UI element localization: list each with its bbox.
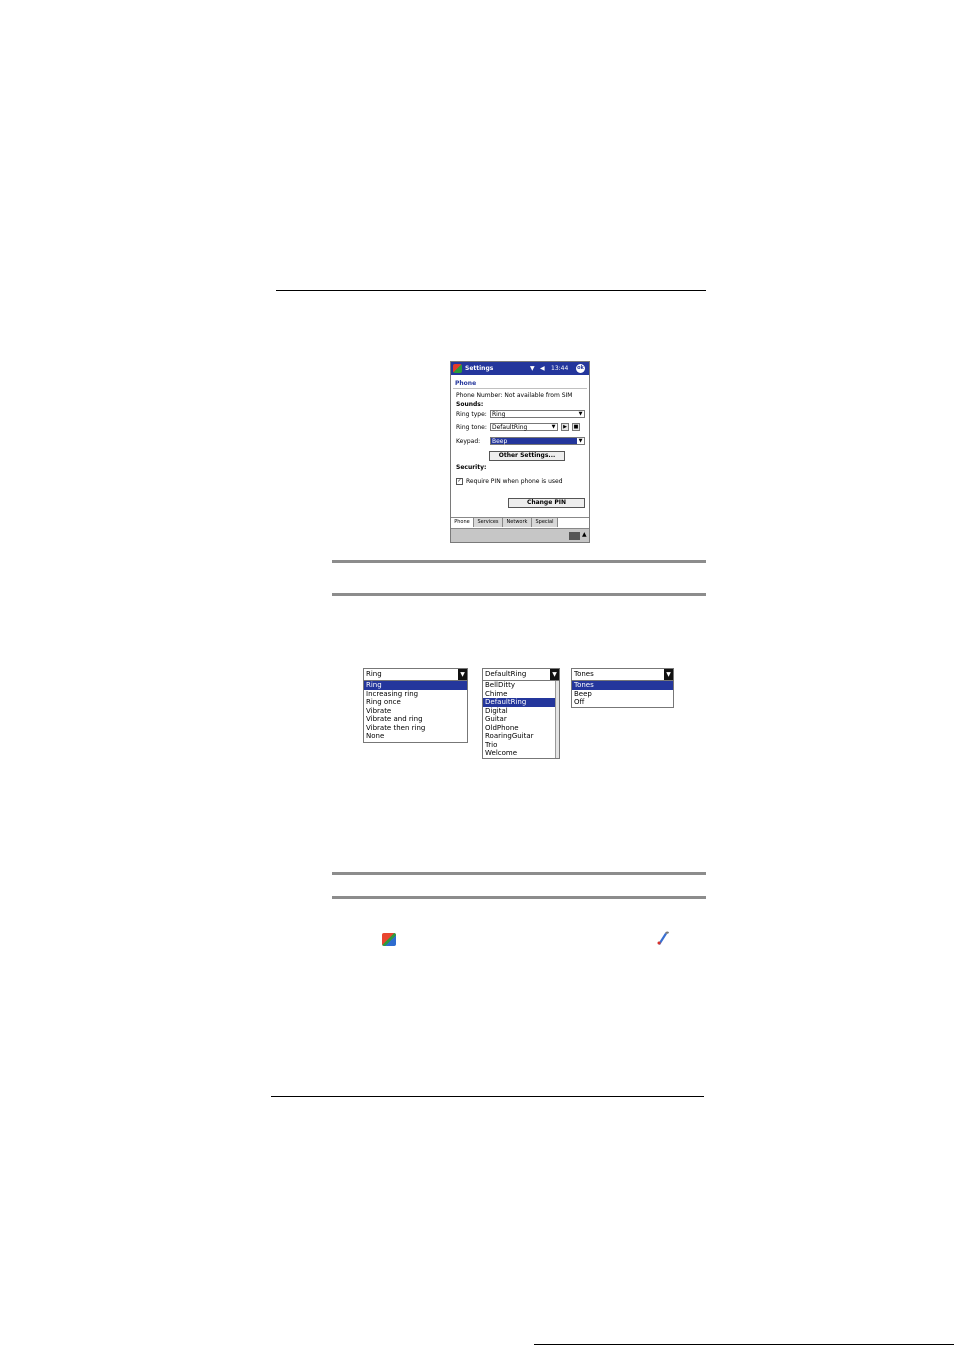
keypad-value: Beep bbox=[492, 438, 508, 445]
section-rule-1-bottom bbox=[332, 593, 706, 596]
chevron-down-icon: ▼ bbox=[551, 424, 556, 430]
ring-tone-list-field[interactable]: DefaultRing ▼ bbox=[483, 669, 559, 681]
keypad-dropdown[interactable]: Beep ▼ bbox=[490, 437, 585, 445]
list-item[interactable]: OldPhone bbox=[483, 724, 559, 733]
heading-divider bbox=[453, 388, 587, 389]
bottom-taskbar: ▲ bbox=[451, 528, 589, 542]
require-pin-label: Require PIN when phone is used bbox=[466, 478, 563, 485]
page-bottom-rule bbox=[534, 1344, 954, 1345]
window-title: Settings bbox=[465, 365, 494, 372]
chevron-down-icon[interactable]: ▼ bbox=[550, 669, 559, 680]
ok-button[interactable]: ok bbox=[576, 364, 585, 373]
title-bar: Settings ▼ ◀ 13:44 ok bbox=[451, 362, 589, 375]
list-item[interactable]: Vibrate bbox=[364, 707, 467, 716]
list-item[interactable]: Chime bbox=[483, 690, 559, 699]
list-item[interactable]: Digital bbox=[483, 707, 559, 716]
list-item[interactable]: DefaultRing bbox=[483, 698, 559, 707]
other-settings-button[interactable]: Other Settings... bbox=[489, 451, 565, 461]
section-rule-2-top bbox=[332, 872, 706, 875]
pda-phone-settings-screen: Settings ▼ ◀ 13:44 ok Phone Phone Number… bbox=[450, 361, 590, 543]
play-icon[interactable]: ▶ bbox=[561, 423, 569, 431]
phone-number-text: Phone Number: Not available from SIM bbox=[456, 392, 573, 399]
list-item[interactable]: Increasing ring bbox=[364, 690, 467, 699]
tab-strip: Phone Services Network Special bbox=[451, 517, 589, 528]
footer-rule bbox=[271, 1096, 704, 1097]
chevron-down-icon[interactable]: ▼ bbox=[664, 669, 673, 680]
section-rule-2-bottom bbox=[332, 896, 706, 899]
chevron-down-icon[interactable]: ▼ bbox=[458, 669, 467, 680]
keypad-list-selected: Tones bbox=[574, 670, 594, 678]
phone-settings-icon bbox=[657, 931, 669, 945]
tab-special[interactable]: Special bbox=[532, 518, 558, 527]
list-item[interactable]: Tones bbox=[572, 681, 673, 690]
ring-tone-label: Ring tone: bbox=[456, 424, 487, 431]
list-item[interactable]: RoaringGuitar bbox=[483, 732, 559, 741]
signal-icon[interactable]: ▼ bbox=[530, 365, 535, 372]
ring-tone-value: DefaultRing bbox=[492, 424, 528, 431]
list-item[interactable]: Guitar bbox=[483, 715, 559, 724]
section-rule-1-top bbox=[332, 560, 706, 563]
clock[interactable]: 13:44 bbox=[551, 365, 568, 372]
list-item[interactable]: BellDitty bbox=[483, 681, 559, 690]
keypad-list[interactable]: Tones ▼ Tones Beep Off bbox=[571, 668, 674, 708]
ring-tone-list-selected: DefaultRing bbox=[485, 670, 527, 678]
ring-type-list-field[interactable]: Ring ▼ bbox=[364, 669, 467, 681]
ring-type-dropdown[interactable]: Ring ▼ bbox=[490, 410, 585, 418]
list-item[interactable]: None bbox=[364, 732, 467, 741]
tab-services[interactable]: Services bbox=[474, 518, 503, 527]
list-item[interactable]: Beep bbox=[572, 690, 673, 699]
ring-type-label: Ring type: bbox=[456, 411, 487, 418]
ring-type-list[interactable]: Ring ▼ Ring Increasing ring Ring once Vi… bbox=[363, 668, 468, 743]
start-menu-icon[interactable] bbox=[453, 364, 462, 373]
list-item[interactable]: Vibrate and ring bbox=[364, 715, 467, 724]
input-menu-arrow-icon[interactable]: ▲ bbox=[582, 531, 587, 538]
require-pin-checkbox[interactable]: ✓ bbox=[456, 478, 463, 485]
list-item[interactable]: Ring once bbox=[364, 698, 467, 707]
keypad-label: Keypad: bbox=[456, 438, 481, 445]
ring-type-list-selected: Ring bbox=[366, 670, 382, 678]
list-item[interactable]: Trio bbox=[483, 741, 559, 750]
page-heading: Phone bbox=[455, 380, 477, 387]
tab-network[interactable]: Network bbox=[503, 518, 532, 527]
keyboard-icon[interactable] bbox=[569, 532, 580, 540]
sounds-label: Sounds: bbox=[456, 401, 484, 408]
ring-type-value: Ring bbox=[492, 411, 506, 418]
list-item[interactable]: Welcome bbox=[483, 749, 559, 758]
keypad-list-field[interactable]: Tones ▼ bbox=[572, 669, 673, 681]
ring-tone-list[interactable]: DefaultRing ▼ BellDitty Chime DefaultRin… bbox=[482, 668, 560, 759]
speaker-icon[interactable]: ◀ bbox=[540, 365, 545, 372]
chevron-down-icon: ▼ bbox=[578, 411, 583, 417]
stop-icon[interactable]: ■ bbox=[572, 423, 580, 431]
tab-phone[interactable]: Phone bbox=[451, 518, 474, 527]
header-rule bbox=[276, 290, 706, 291]
chevron-down-icon: ▼ bbox=[577, 438, 584, 444]
change-pin-button[interactable]: Change PIN bbox=[508, 498, 585, 508]
windows-start-icon bbox=[382, 933, 396, 946]
security-label: Security: bbox=[456, 464, 487, 471]
list-scrollbar[interactable] bbox=[555, 681, 559, 758]
list-item[interactable]: Vibrate then ring bbox=[364, 724, 467, 733]
list-item[interactable]: Off bbox=[572, 698, 673, 707]
ring-tone-dropdown[interactable]: DefaultRing ▼ bbox=[490, 423, 558, 431]
list-item[interactable]: Ring bbox=[364, 681, 467, 690]
